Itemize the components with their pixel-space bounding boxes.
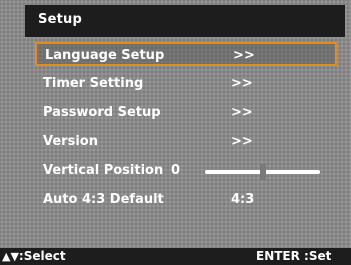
select-hint: ▲▼:Select — [2, 249, 66, 263]
menu-item-label: Vertical Position — [43, 163, 164, 178]
menu-item-label: Password Setup — [43, 105, 161, 120]
menu-item-vertical-position[interactable]: Vertical Position 0 — [35, 159, 337, 183]
vertical-position-value: 0 — [171, 163, 181, 178]
submenu-arrow: >> — [233, 48, 255, 63]
menu-item-language-setup[interactable]: Language Setup >> — [35, 42, 337, 66]
menu-item-label: Language Setup — [45, 48, 165, 63]
up-down-arrows-icon: ▲▼ — [2, 250, 19, 263]
menu-item-timer-setting[interactable]: Timer Setting >> — [35, 72, 337, 96]
submenu-arrow: >> — [231, 105, 253, 120]
submenu-arrow: >> — [231, 76, 253, 91]
menu-item-auto-43-default[interactable]: Auto 4:3 Default 4:3 — [35, 188, 337, 212]
slider-knob[interactable] — [259, 164, 266, 180]
enter-set-hint: ENTER :Set — [256, 249, 332, 263]
select-hint-label: :Select — [18, 249, 66, 263]
menu-item-version[interactable]: Version >> — [35, 130, 337, 154]
menu-list: Language Setup >> Timer Setting >> Passw… — [25, 37, 345, 257]
menu-item-label: Auto 4:3 Default — [43, 192, 164, 207]
aspect-ratio-value: 4:3 — [231, 192, 255, 207]
menu-item-password-setup[interactable]: Password Setup >> — [35, 101, 337, 125]
submenu-arrow: >> — [231, 134, 253, 149]
menu-item-label: Version — [43, 134, 98, 149]
setup-menu-panel: Setup Language Setup >> Timer Setting >>… — [0, 0, 351, 265]
page-title: Setup — [38, 12, 82, 27]
menu-item-label: Timer Setting — [43, 76, 144, 91]
footer-bar: ▲▼:Select ENTER :Set — [0, 248, 351, 265]
